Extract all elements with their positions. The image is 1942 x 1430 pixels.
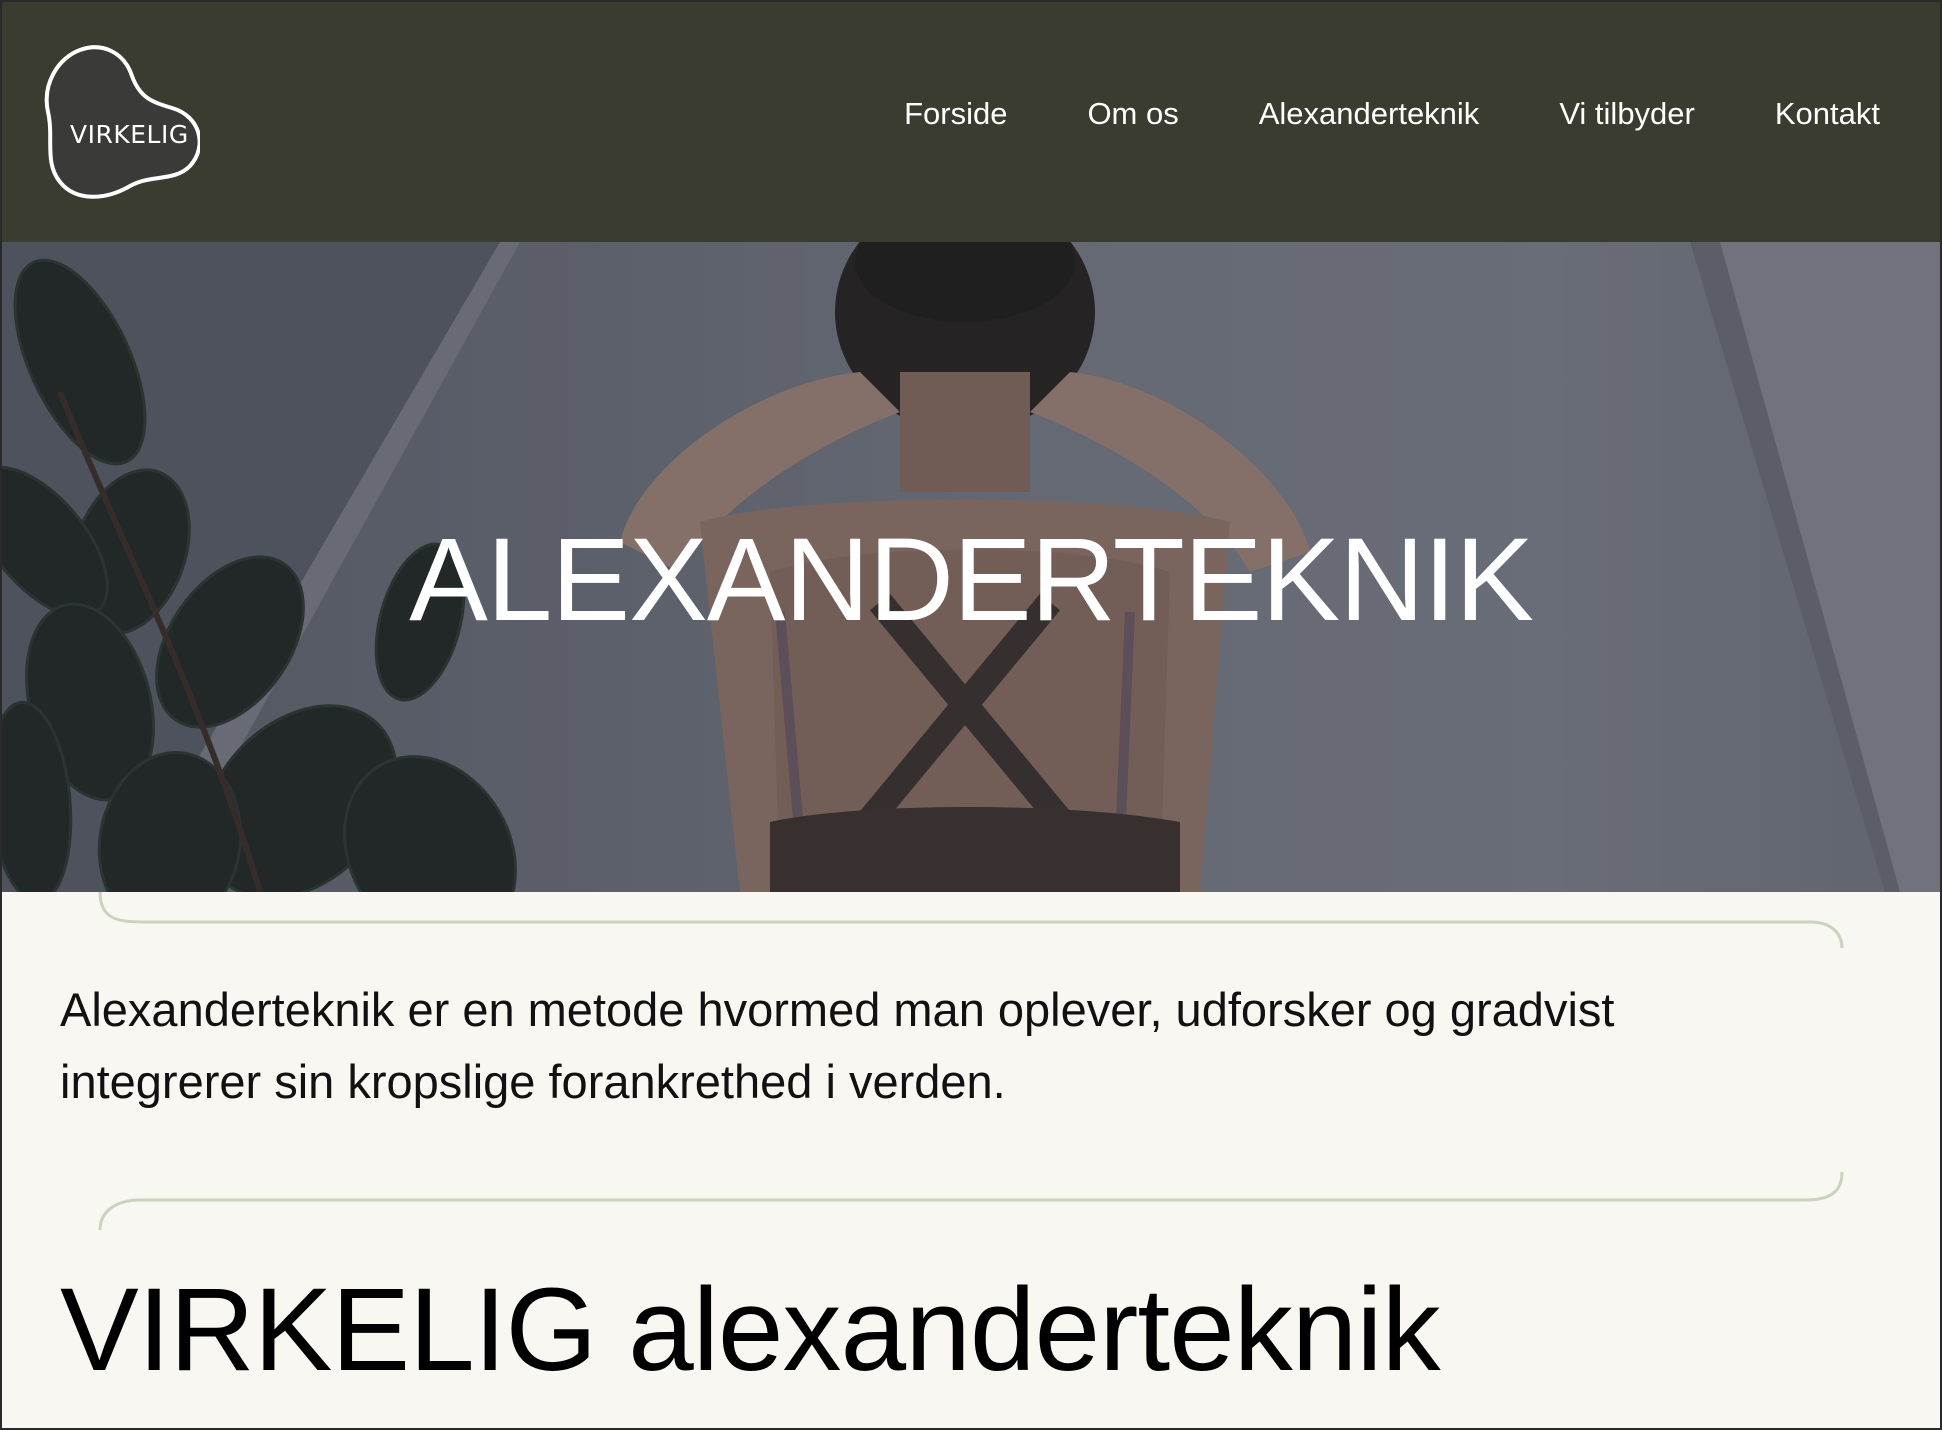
section-heading: VIRKELIG alexanderteknik [60,1264,1441,1396]
content-section: Alexanderteknik er en metode hvormed man… [0,892,1942,1430]
main-nav: Forside Om os Alexanderteknik Vi tilbyde… [904,96,1880,132]
logo-text: VIRKELIG [70,120,189,149]
hero-section: ALEXANDERTEKNIK [0,242,1942,892]
nav-om-os[interactable]: Om os [1087,96,1178,132]
nav-vi-tilbyder[interactable]: Vi tilbyder [1559,96,1695,132]
logo-link[interactable]: VIRKELIG [40,42,200,202]
nav-kontakt[interactable]: Kontakt [1775,96,1880,132]
nav-alexanderteknik[interactable]: Alexanderteknik [1259,96,1480,132]
intro-text: Alexanderteknik er en metode hvormed man… [60,983,1615,1108]
hero-title: ALEXANDERTEKNIK [409,514,1534,646]
nav-forside[interactable]: Forside [904,96,1007,132]
site-header: VIRKELIG Forside Om os Alexanderteknik V… [0,0,1942,242]
